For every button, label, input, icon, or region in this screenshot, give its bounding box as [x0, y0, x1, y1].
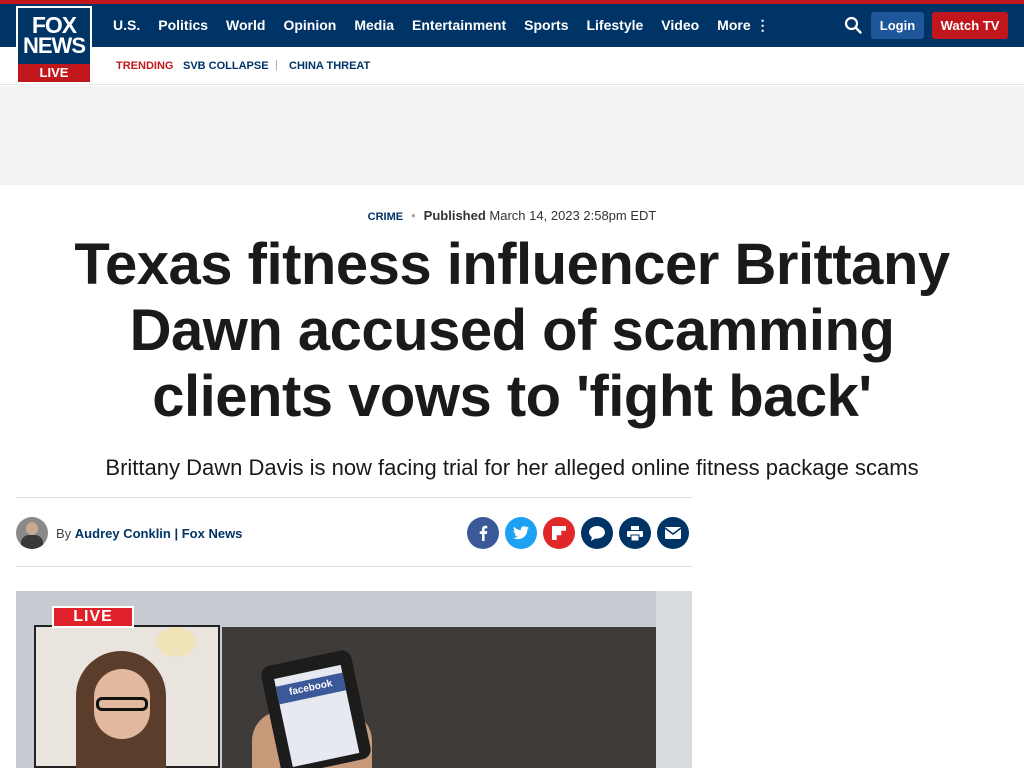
- email-share-button[interactable]: [657, 517, 689, 549]
- nav-item-us[interactable]: U.S.: [104, 4, 149, 47]
- ad-banner-placeholder: [0, 86, 1024, 185]
- byline-row: By Audrey Conklin | Fox News: [16, 497, 692, 567]
- byline: By Audrey Conklin | Fox News: [56, 526, 242, 541]
- logo-news-text: NEWS: [23, 33, 86, 58]
- nav-item-opinion[interactable]: Opinion: [274, 4, 345, 47]
- published-date: March 14, 2023 2:58pm EDT: [489, 208, 657, 223]
- twitter-share-button[interactable]: [505, 517, 537, 549]
- article-headline: Texas fitness influencer Brittany Dawn a…: [74, 232, 950, 429]
- print-button[interactable]: [619, 517, 651, 549]
- facebook-icon: [479, 525, 488, 541]
- more-dots-icon[interactable]: ⋮: [756, 17, 770, 34]
- byline-prefix: By: [56, 526, 72, 541]
- article-hero-video[interactable]: LIVE facebook: [16, 591, 692, 768]
- twitter-icon: [513, 526, 529, 540]
- nav-item-media[interactable]: Media: [345, 4, 403, 47]
- author-link[interactable]: Audrey Conklin | Fox News: [75, 526, 243, 541]
- trending-link-svb-collapse[interactable]: SVB COLLAPSE: [183, 60, 269, 72]
- article-subhead: Brittany Dawn Davis is now facing trial …: [105, 455, 919, 480]
- category-link[interactable]: CRIME: [368, 211, 403, 223]
- nav-item-sports[interactable]: Sports: [515, 4, 577, 47]
- live-badge: LIVE: [52, 606, 134, 628]
- print-icon: [627, 525, 643, 541]
- nav-item-world[interactable]: World: [217, 4, 274, 47]
- trending-link-china-threat[interactable]: CHINA THREAT: [289, 60, 370, 72]
- article-meta: CRIME • Published March 14, 2023 2:58pm ED…: [0, 208, 1024, 223]
- watch-tv-button[interactable]: Watch TV: [932, 12, 1008, 39]
- nav-item-lifestyle[interactable]: Lifestyle: [577, 4, 652, 47]
- search-icon[interactable]: [844, 16, 862, 34]
- published-label: Published: [423, 208, 486, 223]
- trending-label: TRENDING: [116, 60, 174, 72]
- comments-button[interactable]: [581, 517, 613, 549]
- logo-live-badge: LIVE: [18, 64, 90, 82]
- comment-icon: [589, 525, 605, 541]
- facebook-share-button[interactable]: [467, 517, 499, 549]
- trending-separator: |: [275, 59, 278, 71]
- nav-item-video[interactable]: Video: [652, 4, 708, 47]
- phone-facebook-text: facebook: [275, 672, 347, 705]
- login-button[interactable]: Login: [871, 12, 924, 39]
- nav-item-more[interactable]: More: [708, 4, 759, 47]
- primary-nav: U.S. Politics World Opinion Media Entert…: [104, 4, 770, 47]
- nav-item-entertainment[interactable]: Entertainment: [403, 4, 515, 47]
- fox-news-logo[interactable]: FOX NEWS LIVE: [16, 6, 92, 84]
- nav-item-politics[interactable]: Politics: [149, 4, 217, 47]
- trending-bar: TRENDING SVB COLLAPSE | CHINA THREAT: [0, 47, 1024, 85]
- flipboard-share-button[interactable]: [543, 517, 575, 549]
- meta-separator-dot: •: [411, 208, 416, 223]
- author-avatar[interactable]: [16, 517, 48, 549]
- email-icon: [665, 527, 681, 539]
- flipboard-icon: [552, 526, 566, 540]
